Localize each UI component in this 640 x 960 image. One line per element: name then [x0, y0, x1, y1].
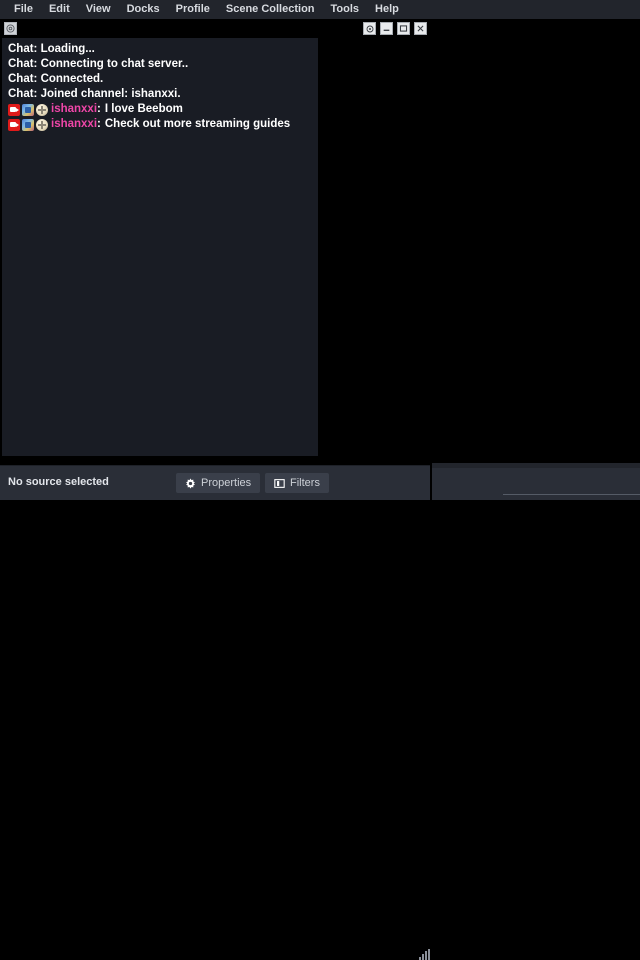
chat-message-text: I love Beebom: [104, 103, 183, 115]
gear-icon: [6, 24, 15, 33]
chat-system-text: Chat: Connecting to chat server..: [8, 58, 189, 70]
coin-badge: [36, 103, 48, 116]
chat-dock-titlebar: [0, 19, 433, 38]
coin-badge: [36, 118, 48, 131]
menu-edit[interactable]: Edit: [41, 1, 78, 18]
close-icon: [417, 25, 424, 32]
chat-username[interactable]: ishanxxi: [51, 117, 97, 132]
maximize-icon: [399, 25, 408, 32]
obs-main-window: File Edit View Docks Profile Scene Colle…: [0, 0, 640, 960]
source-status-label: No source selected: [8, 476, 109, 488]
chat-separator: :: [97, 118, 101, 130]
menu-docks[interactable]: Docks: [119, 1, 168, 18]
chat-message-text: Check out more streaming guides: [104, 118, 291, 130]
broadcaster-badge: [8, 118, 20, 131]
chat-system-text: Chat: Loading...: [8, 43, 95, 55]
properties-button[interactable]: Properties: [176, 473, 261, 493]
chat-user-badges: [8, 103, 48, 116]
right-panel-header: [432, 463, 640, 468]
right-panel-divider: [503, 494, 640, 495]
gear-icon: [186, 478, 195, 488]
chat-username[interactable]: ishanxxi: [51, 102, 97, 117]
dock-window-controls: [363, 22, 427, 35]
dock-close-button[interactable]: [414, 22, 427, 35]
subscriber-badge: [22, 103, 34, 116]
chat-message-line: ishanxxi : I love Beebom: [8, 102, 318, 117]
dock-menu-button[interactable]: [4, 22, 17, 35]
properties-button-label: Properties: [201, 477, 252, 489]
filters-button[interactable]: Filters: [265, 473, 329, 493]
dock-maximize-button[interactable]: [397, 22, 410, 35]
resize-grip-icon[interactable]: [419, 949, 430, 960]
gear-icon: [366, 25, 373, 32]
broadcaster-badge: [8, 103, 20, 116]
menu-file[interactable]: File: [6, 1, 41, 18]
menu-tools[interactable]: Tools: [323, 1, 368, 18]
chat-message-line: ishanxxi : Check out more streaming guid…: [8, 117, 318, 132]
right-side-panel: [432, 463, 640, 500]
chat-system-line: Chat: Connecting to chat server..: [8, 57, 318, 72]
menu-profile[interactable]: Profile: [168, 1, 218, 18]
menu-scene-collection[interactable]: Scene Collection: [218, 1, 323, 18]
filters-button-label: Filters: [290, 477, 320, 489]
menu-view[interactable]: View: [78, 1, 119, 18]
menu-help[interactable]: Help: [367, 1, 407, 18]
panels-icon: [274, 478, 285, 488]
chat-separator: :: [97, 103, 101, 115]
chat-system-line: Chat: Joined channel: ishanxxi.: [8, 87, 318, 102]
chat-system-line: Chat: Connected.: [8, 72, 318, 87]
dock-settings-button[interactable]: [363, 22, 376, 35]
main-menu-bar: File Edit View Docks Profile Scene Colle…: [0, 0, 640, 19]
source-toolbar: No source selected Properties Filters: [0, 465, 430, 960]
chat-system-line: Chat: Loading...: [8, 42, 318, 57]
dock-minimize-button[interactable]: [380, 22, 393, 35]
chat-system-text: Chat: Joined channel: ishanxxi.: [8, 88, 181, 100]
twitch-chat-panel[interactable]: Chat: Loading... Chat: Connecting to cha…: [2, 38, 318, 456]
chat-message-list: Chat: Loading... Chat: Connecting to cha…: [2, 38, 318, 132]
subscriber-badge: [22, 118, 34, 131]
chat-system-text: Chat: Connected.: [8, 73, 104, 85]
minimize-icon: [383, 29, 390, 31]
chat-user-badges: [8, 118, 48, 131]
